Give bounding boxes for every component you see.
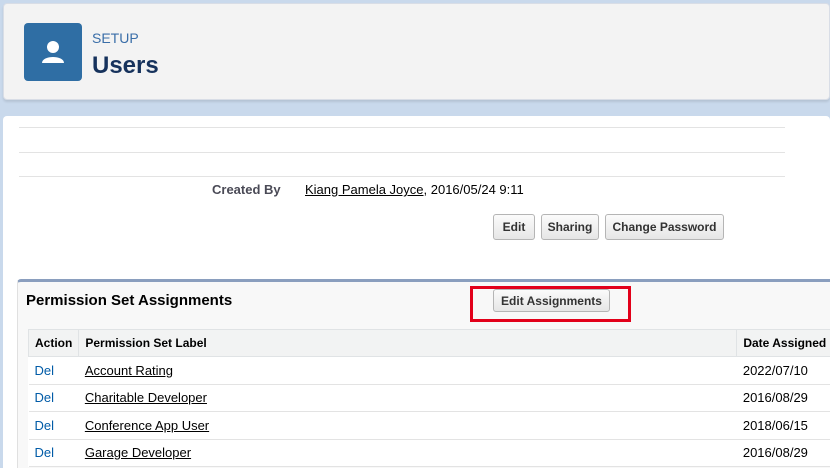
user-detail-card: Created By Kiang Pamela Joyce, 2016/05/2… — [3, 116, 830, 468]
divider — [19, 127, 785, 128]
permission-set-link[interactable]: Garage Developer — [85, 445, 191, 460]
change-password-button[interactable]: Change Password — [605, 214, 724, 240]
date-assigned: 2016/08/29 — [736, 384, 830, 412]
column-header-label: Permission Set Label — [78, 329, 738, 357]
permission-set-link[interactable]: Charitable Developer — [85, 390, 207, 405]
date-assigned: 2016/08/29 — [736, 439, 830, 467]
permission-set-link[interactable]: Account Rating — [85, 363, 173, 378]
created-by-label: Created By — [212, 182, 281, 197]
date-assigned: 2022/07/10 — [736, 356, 830, 385]
created-by-date: , 2016/05/24 9:11 — [423, 182, 524, 197]
permission-set-link[interactable]: Conference App User — [85, 418, 209, 433]
sharing-button[interactable]: Sharing — [541, 214, 599, 240]
table-header-row: Action Permission Set Label Date Assigne… — [27, 329, 830, 357]
column-header-action: Action — [27, 329, 80, 357]
del-link[interactable]: Del — [35, 390, 55, 405]
breadcrumb-setup: SETUP — [92, 30, 139, 46]
table-row: Del Charitable Developer 2016/08/29 — [28, 384, 830, 412]
created-by-value: Kiang Pamela Joyce, 2016/05/24 9:11 — [305, 182, 524, 197]
edit-button[interactable]: Edit — [493, 214, 535, 240]
table-row: Del Conference App User 2018/06/15 — [28, 411, 830, 440]
table-row: Del Account Rating 2022/07/10 — [28, 356, 830, 385]
table-row: Del Garage Developer 2016/08/29 — [28, 439, 830, 467]
del-link[interactable]: Del — [35, 418, 55, 433]
created-by-user-link[interactable]: Kiang Pamela Joyce — [305, 182, 424, 197]
section-title: Permission Set Assignments — [26, 292, 233, 309]
del-link[interactable]: Del — [35, 363, 55, 378]
page-header: SETUP Users — [3, 3, 830, 100]
divider — [19, 152, 785, 153]
del-link[interactable]: Del — [35, 445, 55, 460]
divider — [19, 176, 785, 177]
permission-set-table: Action Permission Set Label Date Assigne… — [27, 329, 830, 467]
user-icon — [24, 23, 82, 81]
permission-set-assignments-section: Permission Set Assignments Edit Assignme… — [17, 279, 830, 468]
page-title: Users — [92, 52, 159, 79]
date-assigned: 2018/06/15 — [736, 411, 830, 440]
column-header-date: Date Assigned — [736, 329, 830, 357]
edit-assignments-button[interactable]: Edit Assignments — [493, 289, 610, 312]
